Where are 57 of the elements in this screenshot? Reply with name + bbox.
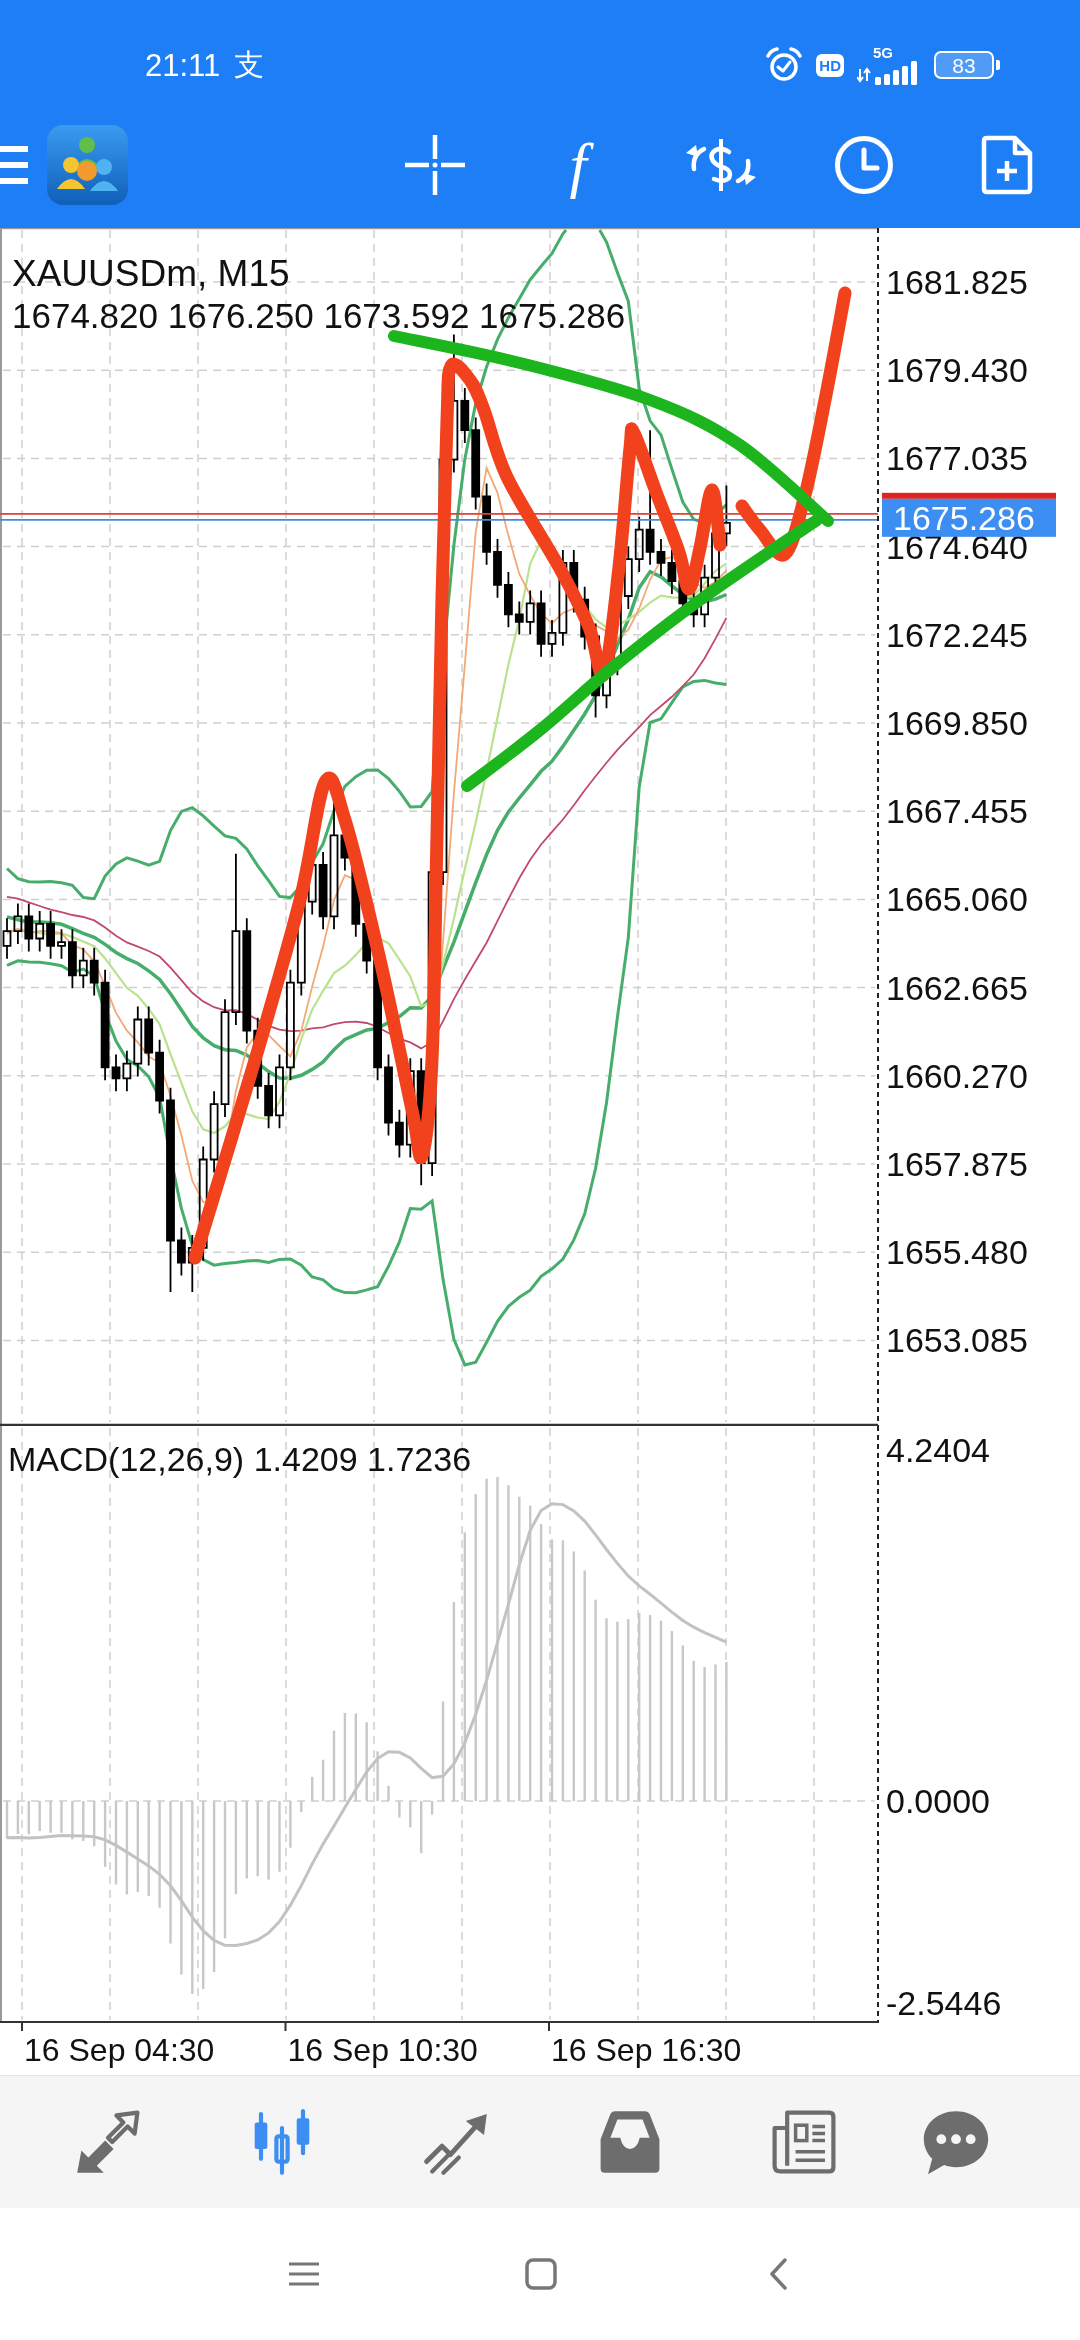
battery-indicator: 83	[934, 51, 1000, 79]
price-axis-label: 1657.875	[886, 1145, 1028, 1183]
macd-histogram-bar	[60, 1801, 63, 1833]
macd-histogram-bar	[321, 1759, 325, 1801]
clock-icon	[834, 135, 894, 195]
crosshair-icon	[405, 135, 465, 195]
price-axis-label: 1662.665	[886, 968, 1028, 1007]
macd-histogram-bar	[409, 1801, 412, 1828]
macd-histogram-bar	[27, 1801, 30, 1835]
hd-badge: HD	[816, 53, 844, 77]
macd-histogram-bar	[82, 1801, 85, 1841]
time-axis-label: 16 Sep 16:30	[551, 2032, 742, 2068]
macd-histogram-bar	[103, 1801, 107, 1867]
macd-histogram-bar	[5, 1801, 9, 1839]
price-axis-label: 1669.850	[886, 704, 1028, 742]
time-axis-label: 16 Sep 04:30	[24, 2032, 215, 2068]
macd-histogram-bar	[398, 1801, 401, 1818]
macd-histogram-bar	[71, 1801, 74, 1840]
macd-histogram-bar	[38, 1801, 41, 1832]
square-icon	[524, 2258, 557, 2290]
macd-histogram-bar	[278, 1801, 281, 1872]
macd-histogram-bar	[49, 1801, 52, 1833]
status-time: 21:11	[145, 49, 221, 81]
macd-axis-label: -2.5446	[886, 1984, 1002, 2022]
price-axis-label: 1655.480	[886, 1233, 1028, 1272]
price-axis-label: 1677.035	[886, 439, 1028, 478]
back-icon	[768, 2258, 787, 2290]
macd-histogram-bar	[93, 1801, 96, 1847]
macd-histogram-bar	[376, 1751, 379, 1801]
indicators-button[interactable]: f	[528, 130, 628, 200]
price-axis-label: 1681.825	[886, 263, 1028, 301]
macd-histogram-bar	[420, 1801, 423, 1854]
macd-histogram-bar	[387, 1785, 390, 1801]
macd-axis-label: 4.2404	[886, 1431, 990, 1469]
network-type-label: 5G	[873, 45, 893, 60]
macd-histogram-bar	[332, 1730, 336, 1801]
document-plus-icon	[981, 135, 1033, 195]
price-axis-label: 1679.430	[886, 351, 1028, 390]
time-axis-label: 16 Sep 10:30	[287, 2032, 478, 2068]
macd-histogram-bar	[430, 1801, 434, 1815]
notification-glyph: 支	[234, 50, 265, 80]
macd-histogram-bar	[311, 1776, 314, 1801]
macd-histogram-bar	[289, 1801, 292, 1848]
menu-icon[interactable]	[0, 146, 28, 184]
macd-title: MACD(12,26,9) 1.4209 1.7236	[8, 1440, 472, 1478]
price-axis-label: 1667.455	[886, 792, 1028, 831]
macd-axis-label: 0.0000	[886, 1782, 990, 1820]
chart-symbol: XAUUSDm, M15	[12, 252, 290, 294]
price-axis-label: 1660.270	[886, 1056, 1028, 1095]
price-axis-label: 1653.085	[886, 1321, 1028, 1360]
macd-histogram-bar	[16, 1801, 20, 1834]
price-axis-label: 1672.245	[886, 615, 1028, 654]
macd-histogram-bar	[300, 1801, 303, 1813]
price-axis-label: 1665.060	[886, 880, 1028, 919]
menu-icon	[288, 2262, 319, 2286]
alarm-icon	[765, 47, 804, 83]
app-logo-icon[interactable]	[47, 125, 128, 205]
